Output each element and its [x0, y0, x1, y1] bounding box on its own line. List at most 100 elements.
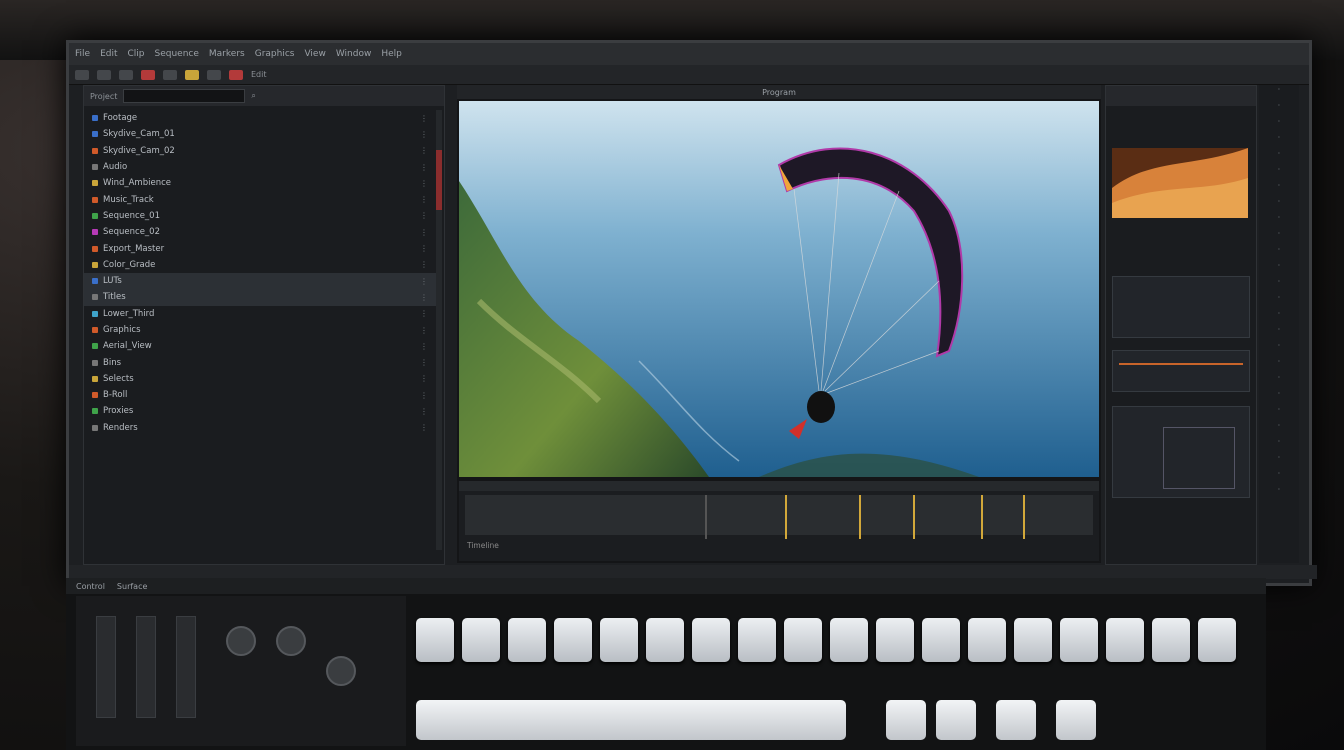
menu-item[interactable]: Graphics	[255, 49, 295, 59]
property-control-icon[interactable]: ·	[1259, 213, 1299, 229]
menu-item[interactable]: Clip	[128, 49, 145, 59]
item-menu-icon[interactable]: ⋮	[420, 211, 428, 220]
item-menu-icon[interactable]: ⋮	[420, 391, 428, 400]
item-menu-icon[interactable]: ⋮	[420, 358, 428, 367]
property-control-icon[interactable]: ·	[1259, 357, 1299, 373]
menu-item[interactable]: View	[304, 49, 325, 59]
playhead[interactable]	[705, 495, 707, 539]
timeline-marker[interactable]	[859, 495, 861, 539]
workspace-label[interactable]: Edit	[251, 70, 267, 79]
project-item[interactable]: Proxies ⋮	[84, 403, 436, 419]
timeline-ruler[interactable]	[459, 481, 1099, 491]
knob[interactable]	[326, 656, 356, 686]
scope-panel[interactable]	[1112, 276, 1250, 338]
marker-icon[interactable]	[185, 69, 199, 80]
project-item[interactable]: Audio ⋮	[84, 159, 436, 175]
timeline-marker[interactable]	[1023, 495, 1025, 539]
property-control-icon[interactable]: ·	[1259, 437, 1299, 453]
project-item[interactable]: Selects ⋮	[84, 371, 436, 387]
keyboard-key[interactable]	[1060, 618, 1098, 662]
item-menu-icon[interactable]: ⋮	[420, 163, 428, 172]
property-control-icon[interactable]: ·	[1259, 389, 1299, 405]
property-control-icon[interactable]: ·	[1259, 181, 1299, 197]
project-item[interactable]: Lower_Third ⋮	[84, 306, 436, 322]
item-menu-icon[interactable]: ⋮	[420, 130, 428, 139]
keyboard-key[interactable]	[546, 700, 846, 740]
item-menu-icon[interactable]: ⋮	[420, 114, 428, 123]
audio-meter-panel[interactable]	[1112, 350, 1250, 392]
keyboard-key[interactable]	[830, 618, 868, 662]
keyboard-key[interactable]	[738, 618, 776, 662]
menu-item[interactable]: Help	[381, 49, 402, 59]
item-menu-icon[interactable]: ⋮	[420, 260, 428, 269]
property-control-icon[interactable]: ·	[1259, 469, 1299, 485]
keyboard-key[interactable]	[416, 618, 454, 662]
tool-icon[interactable]	[163, 69, 177, 80]
item-menu-icon[interactable]: ⋮	[420, 228, 428, 237]
property-control-icon[interactable]: ·	[1259, 309, 1299, 325]
waveform-panel[interactable]	[1112, 406, 1250, 498]
keyboard-key[interactable]	[1056, 700, 1096, 740]
keyboard-key[interactable]	[600, 618, 638, 662]
keyboard-key[interactable]	[922, 618, 960, 662]
item-menu-icon[interactable]: ⋮	[420, 423, 428, 432]
keyboard-key[interactable]	[692, 618, 730, 662]
timeline-marker[interactable]	[785, 495, 787, 539]
project-item[interactable]: Footage ⋮	[84, 110, 436, 126]
keyboard-key[interactable]	[876, 618, 914, 662]
property-control-icon[interactable]: ·	[1259, 453, 1299, 469]
item-menu-icon[interactable]: ⋮	[420, 244, 428, 253]
keyboard-key[interactable]	[1014, 618, 1052, 662]
keyboard-key[interactable]	[508, 618, 546, 662]
keyboard-key[interactable]	[1106, 618, 1144, 662]
project-item[interactable]: B-Roll ⋮	[84, 387, 436, 403]
menu-item[interactable]: Edit	[100, 49, 117, 59]
item-menu-icon[interactable]: ⋮	[420, 326, 428, 335]
menu-item[interactable]: Window	[336, 49, 372, 59]
search-input[interactable]	[123, 89, 246, 103]
keyboard-key[interactable]	[646, 618, 684, 662]
item-menu-icon[interactable]: ⋮	[420, 293, 428, 302]
property-control-icon[interactable]: ·	[1259, 101, 1299, 117]
project-item[interactable]: Export_Master ⋮	[84, 240, 436, 256]
item-menu-icon[interactable]: ⋮	[420, 342, 428, 351]
property-control-icon[interactable]: ·	[1259, 293, 1299, 309]
project-item[interactable]: Graphics ⋮	[84, 322, 436, 338]
tool-icon[interactable]	[207, 69, 221, 80]
menu-item[interactable]: Sequence	[155, 49, 199, 59]
item-menu-icon[interactable]: ⋮	[420, 277, 428, 286]
project-item[interactable]: Music_Track ⋮	[84, 191, 436, 207]
property-control-icon[interactable]: ·	[1259, 229, 1299, 245]
menu-item[interactable]: Markers	[209, 49, 245, 59]
property-control-icon[interactable]: ·	[1259, 197, 1299, 213]
property-control-icon[interactable]: ·	[1259, 421, 1299, 437]
keyboard-key[interactable]	[968, 618, 1006, 662]
menu-item[interactable]: File	[75, 49, 90, 59]
project-item[interactable]: Bins ⋮	[84, 354, 436, 370]
timeline-panel[interactable]: Timeline	[459, 481, 1099, 561]
scrollbar-thumb[interactable]	[436, 150, 442, 210]
keyboard-key[interactable]	[1198, 618, 1236, 662]
timeline-marker[interactable]	[913, 495, 915, 539]
project-item[interactable]: Titles ⋮	[84, 289, 436, 306]
property-control-icon[interactable]: ·	[1259, 245, 1299, 261]
property-control-icon[interactable]: ·	[1259, 405, 1299, 421]
tool-icon[interactable]	[75, 69, 89, 80]
property-control-icon[interactable]: ·	[1259, 85, 1299, 101]
tool-icon[interactable]	[97, 69, 111, 80]
record-icon[interactable]	[229, 69, 243, 80]
source-thumbnail[interactable]	[1112, 148, 1248, 218]
project-item[interactable]: Sequence_02 ⋮	[84, 224, 436, 240]
item-menu-icon[interactable]: ⋮	[420, 195, 428, 204]
search-icon[interactable]: ⌕	[251, 91, 255, 101]
project-item[interactable]: Renders ⋮	[84, 420, 436, 436]
video-preview[interactable]	[459, 101, 1099, 477]
knob[interactable]	[226, 626, 256, 656]
keyboard-key[interactable]	[996, 700, 1036, 740]
keyboard-key[interactable]	[784, 618, 822, 662]
item-menu-icon[interactable]: ⋮	[420, 407, 428, 416]
property-control-icon[interactable]: ·	[1259, 325, 1299, 341]
project-item[interactable]: Skydive_Cam_01 ⋮	[84, 126, 436, 142]
property-control-icon[interactable]: ·	[1259, 149, 1299, 165]
property-control-icon[interactable]: ·	[1259, 373, 1299, 389]
